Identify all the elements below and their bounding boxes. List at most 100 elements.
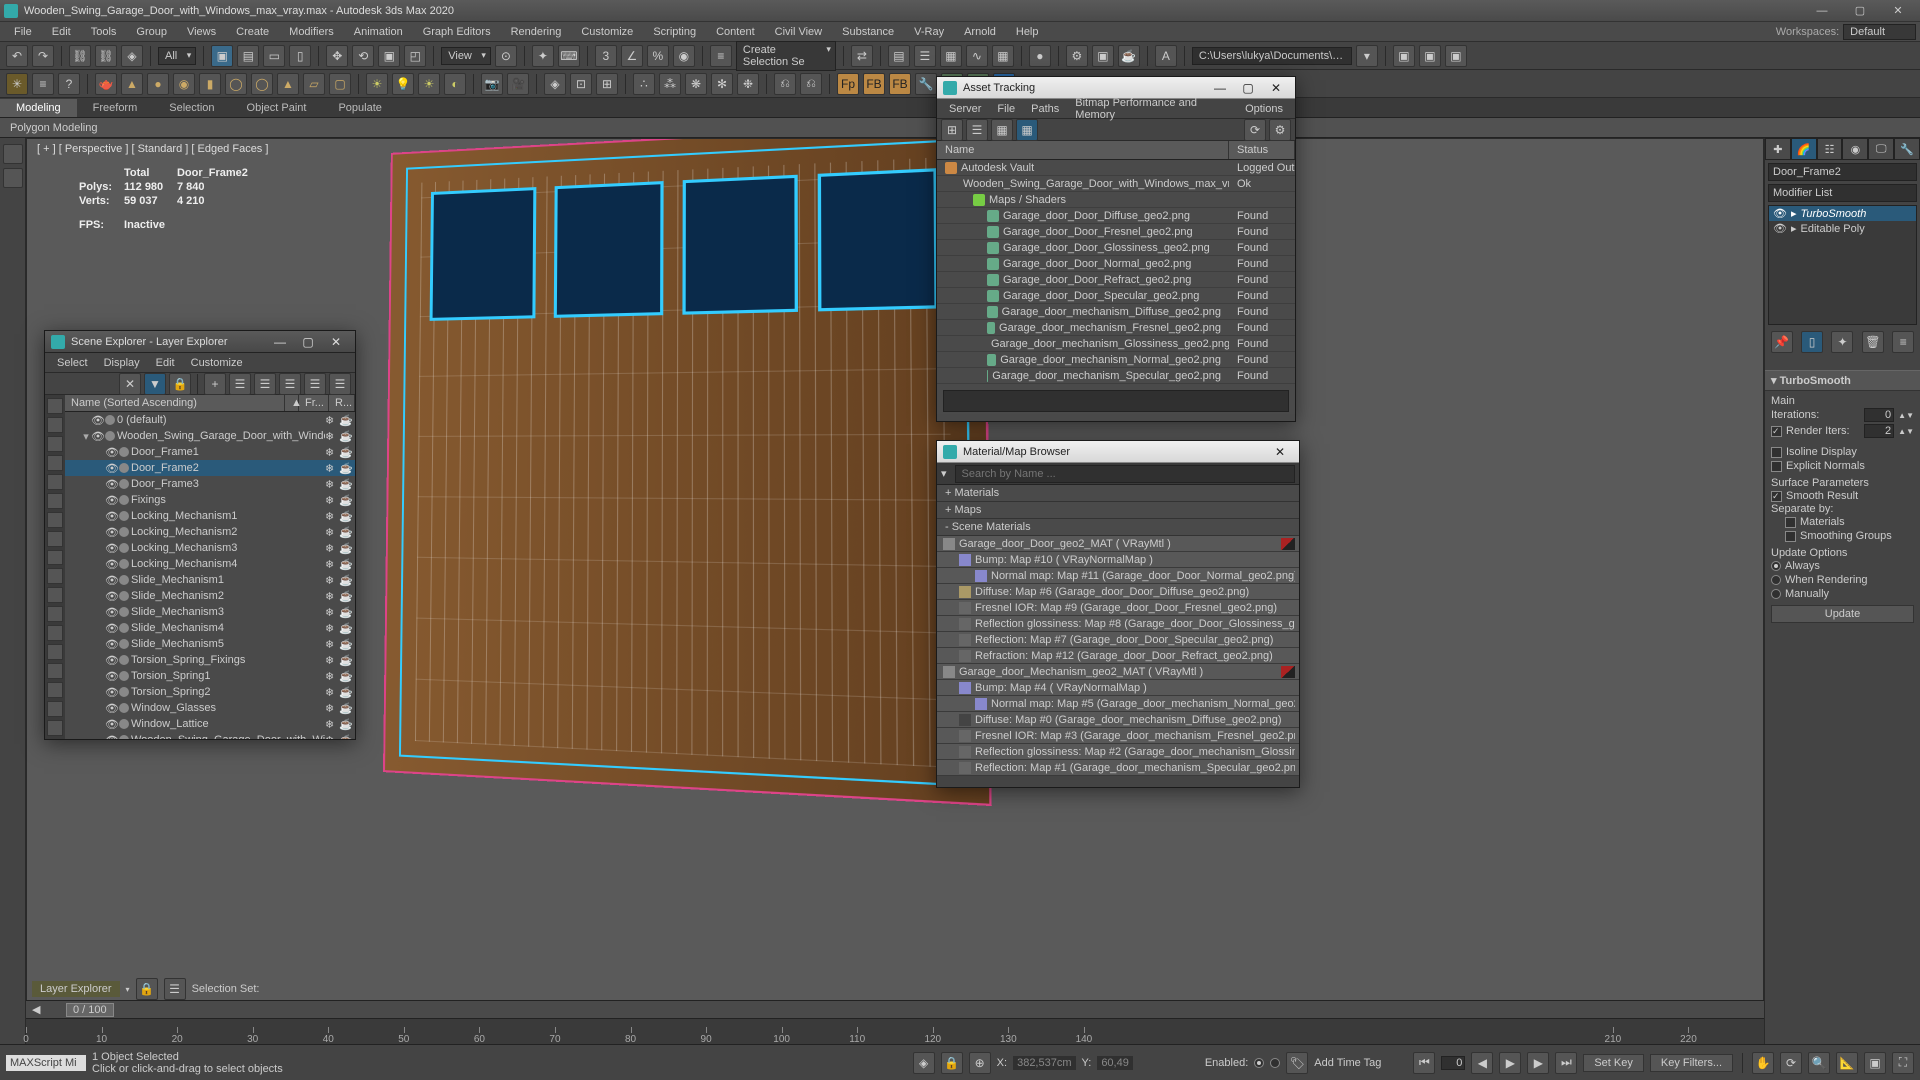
se-row[interactable]: 👁Slide_Mechanism1❄☕: [65, 572, 355, 588]
visibility-icon[interactable]: 👁: [105, 590, 117, 602]
proj1-button[interactable]: ▣: [1393, 45, 1415, 67]
frozen-icon[interactable]: ❄: [325, 734, 339, 740]
modify-tab[interactable]: 🌈: [1791, 138, 1817, 160]
mb-row[interactable]: Reflection: Map #7 (Garage_door_Door_Spe…: [937, 632, 1299, 648]
angle-snap-button[interactable]: ∠: [621, 45, 643, 67]
se-filter-button[interactable]: [47, 474, 63, 490]
ribbon-tab-selection[interactable]: Selection: [153, 99, 230, 117]
particle1-icon[interactable]: ∴: [633, 73, 655, 95]
frozen-icon[interactable]: ❄: [325, 478, 339, 491]
x-coord[interactable]: 382,537cm: [1013, 1056, 1075, 1070]
frozen-icon[interactable]: ❄: [325, 654, 339, 667]
nav-fov-button[interactable]: 📐: [1836, 1052, 1858, 1074]
layer-explorer-dock-label[interactable]: Layer Explorer: [32, 981, 120, 997]
key-filters-button[interactable]: Key Filters...: [1650, 1054, 1733, 1072]
frozen-icon[interactable]: ❄: [325, 718, 339, 731]
se-row[interactable]: 👁Door_Frame3❄☕: [65, 476, 355, 492]
se-menu-select[interactable]: Select: [49, 355, 96, 371]
at-row[interactable]: Garage_door_Door_Diffuse_geo2.pngFound: [937, 208, 1295, 224]
menu-substance[interactable]: Substance: [832, 24, 904, 40]
nav-pan-button[interactable]: ✋: [1752, 1052, 1774, 1074]
pin-stack-button[interactable]: 📌: [1771, 331, 1793, 353]
visibility-icon[interactable]: 👁: [105, 686, 117, 698]
modifier-list-dropdown[interactable]: Modifier List: [1768, 184, 1917, 202]
update-rendering-radio[interactable]: [1771, 575, 1781, 585]
mb-row[interactable]: Diffuse: Map #6 (Garage_door_Door_Diffus…: [937, 584, 1299, 600]
stack-item[interactable]: 👁▸TurboSmooth: [1769, 206, 1916, 221]
hierarchy-tab[interactable]: ☷: [1817, 138, 1843, 160]
visibility-icon[interactable]: 👁: [91, 414, 103, 426]
frozen-icon[interactable]: ❄: [325, 638, 339, 651]
abs-rel-button[interactable]: ⊕: [969, 1052, 991, 1074]
layer-explorer-button[interactable]: ☰: [914, 45, 936, 67]
y-coord[interactable]: 60,49: [1097, 1056, 1133, 1070]
modifier-stack[interactable]: 👁▸TurboSmooth👁▸Editable Poly: [1768, 205, 1917, 325]
particle3-icon[interactable]: ❋: [685, 73, 707, 95]
se-row[interactable]: 👁Torsion_Spring1❄☕: [65, 668, 355, 684]
se-row[interactable]: 👁Slide_Mechanism2❄☕: [65, 588, 355, 604]
render-icon[interactable]: ☕: [339, 654, 353, 667]
frozen-icon[interactable]: ❄: [325, 526, 339, 539]
project-path[interactable]: C:\Users\lukya\Documents\3ds Max 2022: [1192, 47, 1352, 65]
frozen-icon[interactable]: ❄: [325, 462, 339, 475]
menu-scripting[interactable]: Scripting: [643, 24, 706, 40]
menu-graph-editors[interactable]: Graph Editors: [413, 24, 501, 40]
at-row[interactable]: Wooden_Swing_Garage_Door_with_Windows_ma…: [937, 176, 1295, 192]
at-input-field[interactable]: [943, 390, 1289, 412]
ribbon-tab-freeform[interactable]: Freeform: [77, 99, 154, 117]
se-minimize-button[interactable]: —: [267, 334, 293, 350]
se-filter-icon[interactable]: ▼: [144, 373, 166, 395]
frozen-icon[interactable]: ❄: [325, 574, 339, 587]
render-icon[interactable]: ☕: [339, 734, 353, 740]
material-browser-window[interactable]: Material/Map Browser ✕ ▾ + Materials+ Ma…: [936, 440, 1300, 788]
bones2-icon[interactable]: ⎌: [800, 73, 822, 95]
se-row[interactable]: 👁Locking_Mechanism3❄☕: [65, 540, 355, 556]
at-table-view-icon[interactable]: ▦: [991, 119, 1013, 141]
at-menu-options[interactable]: Options: [1237, 101, 1291, 117]
mb-section-header[interactable]: - Scene Materials: [937, 519, 1299, 536]
menu-animation[interactable]: Animation: [344, 24, 413, 40]
se-row[interactable]: 👁Slide_Mechanism5❄☕: [65, 636, 355, 652]
se-filter-button[interactable]: [47, 531, 63, 547]
se-layer5-icon[interactable]: ☰: [329, 373, 351, 395]
mb-row[interactable]: Reflection: Map #1 (Garage_door_mechanis…: [937, 760, 1299, 776]
render-iters-check[interactable]: [1771, 426, 1782, 437]
mb-row[interactable]: Reflection glossiness: Map #8 (Garage_do…: [937, 616, 1299, 632]
mirror-button[interactable]: ⇄: [851, 45, 873, 67]
frame-input[interactable]: 0: [1441, 1056, 1465, 1070]
se-layer4-icon[interactable]: ☰: [304, 373, 326, 395]
render-icon[interactable]: ☕: [339, 622, 353, 635]
fp-button[interactable]: Fp: [837, 73, 859, 95]
nav-max-button[interactable]: ⛶: [1892, 1052, 1914, 1074]
render-button[interactable]: ☕: [1118, 45, 1140, 67]
menu-customize[interactable]: Customize: [571, 24, 643, 40]
manipulate-button[interactable]: ✦: [532, 45, 554, 67]
se-row[interactable]: 👁0 (default)❄☕: [65, 412, 355, 428]
select-object-button[interactable]: ▣: [211, 45, 233, 67]
omni-light-icon[interactable]: ☀: [366, 73, 388, 95]
at-row[interactable]: Garage_door_mechanism_Glossiness_geo2.pn…: [937, 336, 1295, 352]
utilities-tab[interactable]: 🔧: [1894, 138, 1920, 160]
render-icon[interactable]: ☕: [339, 526, 353, 539]
helper1-icon[interactable]: ◈: [544, 73, 566, 95]
render-icon[interactable]: ☕: [339, 574, 353, 587]
close-button[interactable]: ✕: [1880, 2, 1916, 20]
particle2-icon[interactable]: ⁂: [659, 73, 681, 95]
render-icon[interactable]: ☕: [339, 510, 353, 523]
se-menu-display[interactable]: Display: [96, 355, 148, 371]
visibility-icon[interactable]: 👁: [105, 542, 117, 554]
render-icon[interactable]: ☕: [339, 670, 353, 683]
display-tab[interactable]: 🖵: [1868, 138, 1894, 160]
visibility-icon[interactable]: 👁: [105, 494, 117, 506]
fb-button[interactable]: FB: [863, 73, 885, 95]
menu-arnold[interactable]: Arnold: [954, 24, 1006, 40]
visibility-icon[interactable]: 👁: [105, 446, 117, 458]
render-icon[interactable]: ☕: [339, 718, 353, 731]
motion-tab[interactable]: ◉: [1842, 138, 1868, 160]
se-row[interactable]: 👁Locking_Mechanism1❄☕: [65, 508, 355, 524]
gutter-btn[interactable]: [3, 168, 23, 188]
mb-close-button[interactable]: ✕: [1267, 444, 1293, 460]
helper3-icon[interactable]: ⊞: [596, 73, 618, 95]
mb-row[interactable]: Normal map: Map #5 (Garage_door_mechanis…: [937, 696, 1299, 712]
mb-row[interactable]: Garage_door_Door_geo2_MAT ( VRayMtl ): [937, 536, 1299, 552]
